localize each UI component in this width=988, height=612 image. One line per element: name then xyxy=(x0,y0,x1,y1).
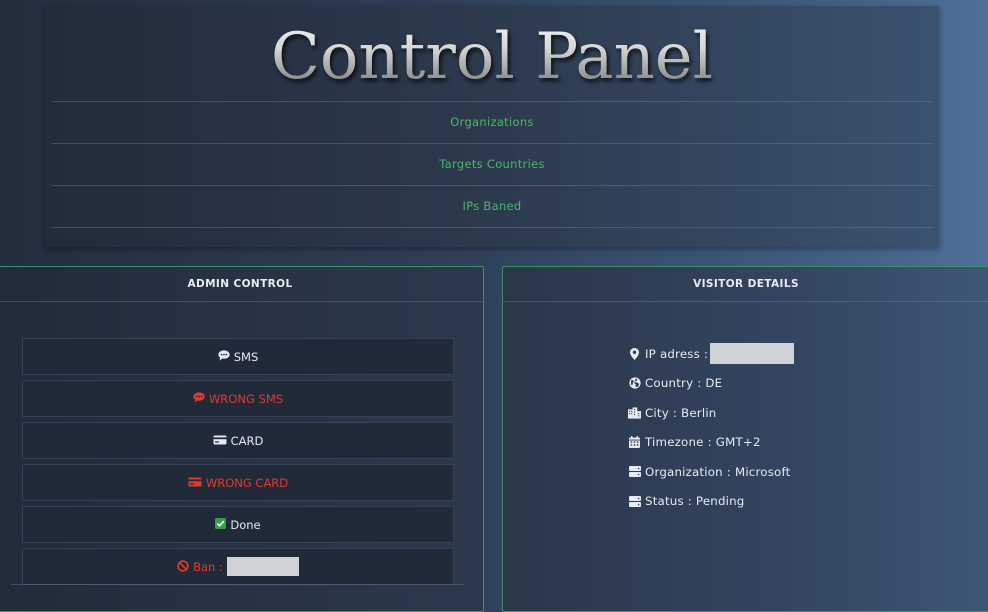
credit-card-icon xyxy=(213,435,227,447)
detail-country: Country : DE xyxy=(628,369,794,399)
detail-timezone-label: Timezone : xyxy=(645,435,712,450)
wrong-card-button-label: WRONG CARD xyxy=(205,475,289,490)
detail-country-value: DE xyxy=(705,376,723,391)
nav-item-targets-countries[interactable]: Targets Countries xyxy=(52,144,932,185)
wrong-card-button[interactable]: WRONG CARD xyxy=(22,464,454,501)
server-icon xyxy=(628,466,641,478)
panel-divider xyxy=(11,584,464,585)
ban-input[interactable] xyxy=(226,557,299,576)
header-panel: Control Panel Organizations Targets Coun… xyxy=(45,6,939,247)
nav-item-ips-baned[interactable]: IPs Baned xyxy=(52,186,932,227)
page-title: Control Panel xyxy=(45,12,939,102)
detail-city-label: City : xyxy=(645,405,678,420)
wrong-sms-button[interactable]: WRONG SMS xyxy=(22,380,454,417)
card-button-label: CARD xyxy=(230,433,264,448)
done-button-label: Done xyxy=(230,517,261,532)
sms-button[interactable]: SMS xyxy=(22,338,454,375)
detail-city-value: Berlin xyxy=(681,405,717,420)
admin-button-list: SMS WRONG SMS CARD WRONG CARD Done Ban: xyxy=(22,338,454,590)
done-button[interactable]: Done xyxy=(22,506,454,543)
detail-organization: Organization : Microsoft xyxy=(628,457,794,487)
credit-card-icon xyxy=(188,477,202,489)
ip-address-field xyxy=(710,343,795,365)
ban-control: Ban : xyxy=(22,548,454,585)
detail-ip: IP adress : xyxy=(628,339,795,369)
detail-status-label: Status : xyxy=(645,494,692,509)
wrong-sms-button-label: WRONG SMS xyxy=(208,391,284,406)
detail-status: Status : Pending xyxy=(628,487,794,517)
checkbox-icon xyxy=(215,518,227,531)
calendar-icon xyxy=(628,436,641,449)
city-icon xyxy=(628,407,641,419)
ban-label: Ban : xyxy=(193,559,223,574)
sms-button-label: SMS xyxy=(233,349,259,364)
chat-bubble-icon xyxy=(218,350,230,363)
map-marker-icon xyxy=(628,347,641,360)
card-button[interactable]: CARD xyxy=(22,422,454,459)
nav-item-organizations[interactable]: Organizations xyxy=(52,102,932,143)
detail-city: City : Berlin xyxy=(628,398,794,428)
detail-organization-label: Organization : xyxy=(645,464,731,479)
visitor-details-heading: VISITOR DETAILS xyxy=(503,267,988,302)
nav-menu: Organizations Targets Countries IPs Bane… xyxy=(52,101,932,228)
globe-icon xyxy=(628,377,641,389)
detail-organization-value: Microsoft xyxy=(734,464,791,479)
detail-timezone: Timezone : GMT+2 xyxy=(628,428,794,458)
detail-status-value: Pending xyxy=(695,494,745,509)
chat-bubble-icon xyxy=(193,392,205,405)
visitor-details-list: IP adress : Country : DE City : Berlin T… xyxy=(628,339,795,517)
server-icon xyxy=(628,495,641,507)
ban-icon xyxy=(177,559,189,574)
admin-control-panel: ADMIN CONTROL SMS WRONG SMS CARD WRONG C… xyxy=(0,266,484,612)
admin-control-heading: ADMIN CONTROL xyxy=(0,267,483,302)
nav-divider xyxy=(52,227,932,228)
detail-timezone-value: GMT+2 xyxy=(715,435,761,450)
detail-country-label: Country : xyxy=(645,376,702,391)
detail-ip-label: IP adress : xyxy=(645,346,709,361)
visitor-details-panel: VISITOR DETAILS IP adress : Country : DE… xyxy=(502,266,988,612)
